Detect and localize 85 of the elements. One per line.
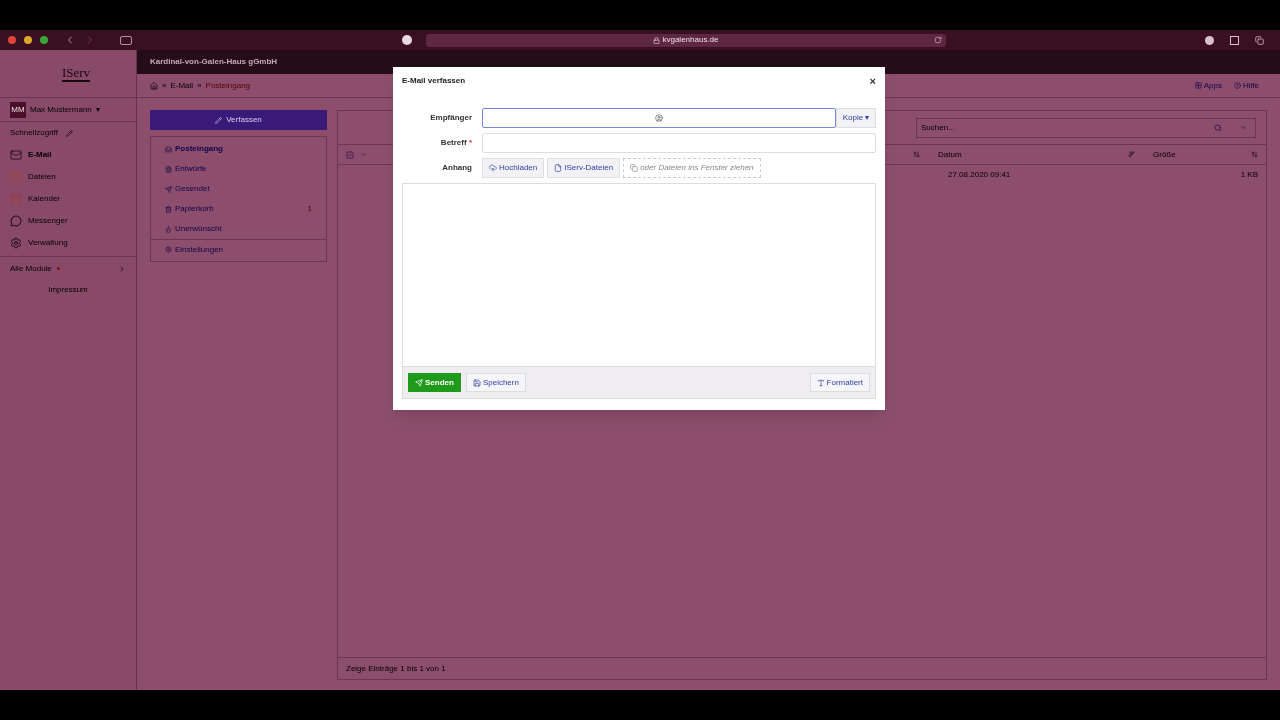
- user-name[interactable]: Max Mustermann: [30, 103, 92, 116]
- paper-plane-icon: [165, 185, 172, 193]
- search-field[interactable]: Suchen...: [916, 117, 1256, 138]
- tabs-icon[interactable]: [1255, 35, 1264, 45]
- dialog-title: E-Mail verfassen: [402, 75, 466, 87]
- caret-icon[interactable]: [1240, 124, 1247, 131]
- reload-icon[interactable]: [934, 36, 942, 44]
- module-item[interactable]: Kalender: [0, 188, 136, 210]
- save-button[interactable]: Speichern: [465, 373, 526, 392]
- module-item[interactable]: E-Mail: [0, 144, 136, 166]
- settings-item[interactable]: Einstellungen: [175, 243, 224, 256]
- chevron-right-icon[interactable]: [118, 264, 126, 273]
- search-icon[interactable]: [1214, 123, 1222, 132]
- cc-button[interactable]: Kopie ▾: [836, 107, 876, 128]
- column-header[interactable]: Größe: [1153, 148, 1251, 161]
- paper-plane-icon: [415, 378, 423, 387]
- folder-item[interactable]: Papierkorb: [175, 203, 214, 215]
- send-button[interactable]: Senden: [408, 373, 461, 392]
- gear-icon: [165, 246, 172, 253]
- folder-item[interactable]: Entwürfe: [175, 163, 207, 175]
- gear-icon: [10, 237, 22, 249]
- folder-item[interactable]: Gesendet: [175, 183, 210, 195]
- imprint-link[interactable]: Impressum: [48, 284, 88, 296]
- caret-icon[interactable]: [360, 151, 367, 158]
- calendar-icon: [10, 193, 22, 205]
- sort-icon[interactable]: [1128, 151, 1135, 158]
- field-label: Empfänger: [429, 111, 472, 124]
- organization-title: Kardinal-von-Galen-Haus gGmbH: [150, 56, 278, 68]
- field-label: Betreff *: [439, 136, 472, 149]
- module-item[interactable]: Messenger: [0, 210, 136, 232]
- file-icon: [554, 163, 563, 172]
- copy-icon: [630, 163, 639, 172]
- upload-icon: [489, 163, 497, 172]
- close-button[interactable]: ×: [869, 75, 876, 87]
- pencil-icon[interactable]: [65, 129, 73, 137]
- format-button[interactable]: Formatiert: [809, 373, 870, 392]
- table-cell-text: 1 KB: [1239, 169, 1258, 181]
- inbox-icon: [165, 145, 172, 153]
- breadcrumb-separator: »: [197, 79, 202, 92]
- url-text: kvgalenhaus.de: [662, 34, 719, 46]
- upload-button[interactable]: Hochladen: [482, 157, 545, 178]
- folder-icon: [10, 171, 22, 183]
- contacts-icon[interactable]: [655, 113, 663, 122]
- table-cell-text: 27.08.2020 09:41: [948, 169, 1012, 181]
- envelope-icon: [10, 149, 22, 161]
- caret-icon: ▾: [865, 111, 870, 124]
- drop-zone[interactable]: oder Dateien ins Fenster ziehen: [623, 157, 761, 178]
- address-bar[interactable]: kvgalenhaus.de: [426, 33, 946, 47]
- folder-item[interactable]: Unerwünscht: [175, 223, 222, 235]
- pencil-icon: [215, 116, 223, 124]
- subject-field[interactable]: [482, 132, 876, 153]
- header-link[interactable]: Apps: [1203, 79, 1222, 92]
- entries-info: Zeige Einträge 1 bis 1 von 1: [346, 662, 446, 675]
- iserv-files-button[interactable]: IServ-Dateien: [547, 157, 621, 178]
- breadcrumb-link[interactable]: Posteingang: [205, 79, 251, 92]
- grid-icon[interactable]: [1194, 82, 1202, 89]
- trash-icon: [165, 205, 172, 213]
- select-all-icon[interactable]: [346, 150, 354, 159]
- recipient-field[interactable]: [482, 107, 836, 128]
- flame-icon: [165, 225, 172, 233]
- document-icon: [165, 165, 172, 173]
- breadcrumb-separator: »: [162, 79, 167, 92]
- home-icon[interactable]: [150, 81, 158, 90]
- sort-icon[interactable]: [913, 151, 920, 158]
- unread-count: 1: [307, 203, 312, 215]
- folder-item[interactable]: Posteingang: [175, 143, 223, 155]
- quick-access-label: Schnellzugriff: [10, 127, 58, 139]
- logo[interactable]: IServ: [61, 65, 91, 82]
- breadcrumb-link[interactable]: E-Mail: [170, 79, 194, 92]
- column-header[interactable]: Datum: [938, 148, 1128, 161]
- chat-bubbles-icon: [10, 215, 22, 227]
- message-body-field[interactable]: [402, 183, 876, 367]
- field-label: Anhang: [441, 161, 472, 174]
- help-icon[interactable]: [1234, 82, 1241, 89]
- module-item[interactable]: Dateien: [0, 166, 136, 188]
- text-format-icon: [816, 378, 825, 387]
- lock-icon: [653, 36, 661, 44]
- sort-icon[interactable]: [1251, 151, 1258, 158]
- all-modules-link[interactable]: Alle Module: [10, 262, 52, 275]
- user-avatar: MM: [10, 101, 26, 118]
- header-link[interactable]: Hilfe: [1243, 79, 1259, 92]
- sidebar-toggle-icon[interactable]: [120, 35, 132, 45]
- caret-icon[interactable]: ▾: [95, 103, 100, 116]
- module-item[interactable]: Verwaltung: [0, 232, 136, 254]
- compose-button[interactable]: Verfassen: [150, 110, 327, 130]
